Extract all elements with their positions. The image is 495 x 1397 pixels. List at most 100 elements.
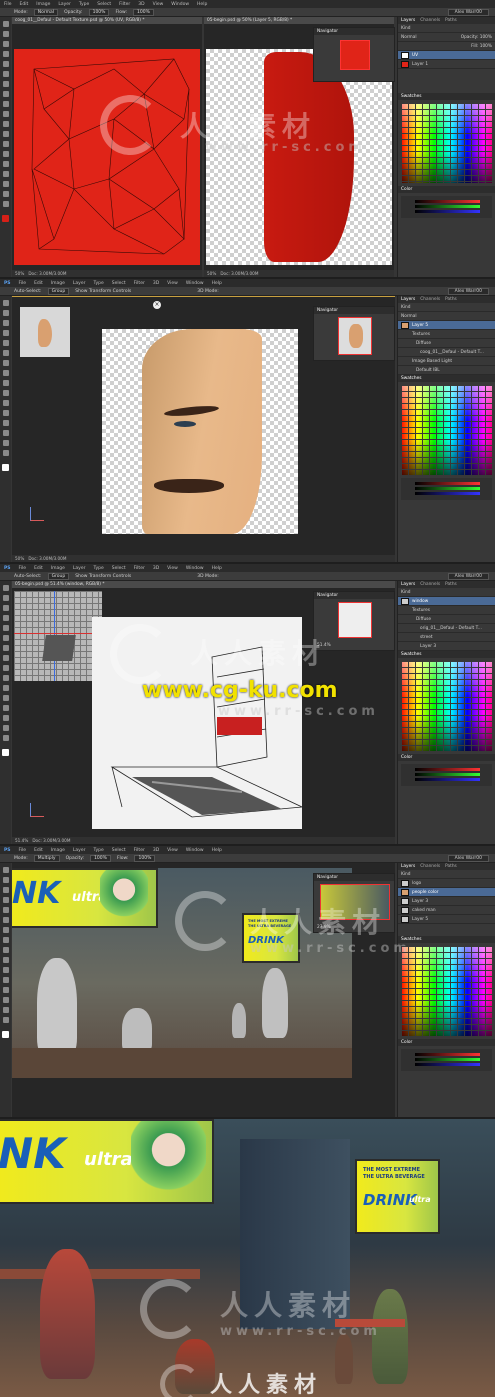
menu-edit[interactable]: Edit — [20, 2, 29, 7]
navigator-thumbnail[interactable] — [338, 602, 372, 638]
foreground-color-swatch[interactable] — [2, 749, 9, 756]
menu-window[interactable]: Window — [186, 566, 204, 571]
layer-row[interactable]: UV — [398, 51, 495, 60]
layers-blend-select[interactable]: Normal — [401, 314, 417, 319]
gradient-tool-icon[interactable] — [2, 967, 9, 973]
text-tool-icon[interactable] — [2, 705, 9, 711]
color-sliders[interactable] — [401, 196, 492, 218]
menu-type[interactable]: Type — [93, 281, 103, 286]
pen-tool-icon[interactable] — [2, 695, 9, 701]
foreground-color-swatch[interactable] — [2, 1031, 9, 1038]
menu-help[interactable]: Help — [197, 2, 207, 7]
crop-tool-icon[interactable] — [2, 625, 9, 631]
menu-select[interactable]: Select — [112, 566, 126, 571]
group-select[interactable]: Group — [47, 572, 70, 580]
status-zoom[interactable]: 50% — [207, 271, 216, 276]
swatches-grid[interactable] — [401, 103, 492, 183]
show-transform-checkbox[interactable]: Show Transform Controls — [75, 574, 131, 579]
opacity-input[interactable]: 100% — [88, 8, 110, 16]
layers-blend-select[interactable]: Normal — [401, 35, 417, 40]
brush-tool-icon[interactable] — [2, 91, 9, 97]
heal-tool-icon[interactable] — [2, 360, 9, 366]
tab-paths[interactable]: Paths — [445, 18, 457, 23]
opacity-input[interactable]: 100% — [90, 854, 111, 862]
tab-paths[interactable]: Paths — [445, 864, 457, 869]
text-tool-icon[interactable] — [2, 161, 9, 167]
pen-tool-icon[interactable] — [2, 151, 9, 157]
brush-tool-icon[interactable] — [2, 370, 9, 376]
marquee-tool-icon[interactable] — [2, 877, 9, 883]
marquee-tool-icon[interactable] — [2, 595, 9, 601]
layer-row[interactable]: Diffuse — [398, 339, 495, 348]
workspace-select[interactable]: Alex Warr00 — [447, 287, 489, 295]
layers-opacity[interactable]: Opacity: 100% — [461, 35, 492, 40]
menu-select[interactable]: Select — [112, 281, 126, 286]
navigator-thumbnail[interactable] — [340, 40, 370, 70]
tab-channels[interactable]: Channels — [420, 582, 440, 587]
stamp-tool-icon[interactable] — [2, 665, 9, 671]
close-circle-icon[interactable]: × — [153, 301, 161, 309]
pen-tool-icon[interactable] — [2, 977, 9, 983]
color-sliders[interactable] — [401, 478, 492, 500]
hand-tool-icon[interactable] — [2, 1007, 9, 1013]
menu-help[interactable]: Help — [212, 281, 222, 286]
document-tab[interactable]: coog_01__Defaul - Default Texture.psd @ … — [12, 17, 202, 24]
wand-tool-icon[interactable] — [2, 897, 9, 903]
menu-edit[interactable]: Edit — [34, 848, 43, 853]
menu-file[interactable]: File — [4, 2, 12, 7]
menu-file[interactable]: File — [19, 281, 27, 286]
layer-row[interactable]: Textures — [398, 606, 495, 615]
wand-tool-icon[interactable] — [2, 330, 9, 336]
eraser-tool-icon[interactable] — [2, 390, 9, 396]
eyedropper-tool-icon[interactable] — [2, 917, 9, 923]
swatches-grid[interactable] — [401, 661, 492, 751]
move-tool-icon[interactable] — [2, 585, 9, 591]
menu-3d[interactable]: 3D — [153, 281, 159, 286]
lasso-tool-icon[interactable] — [2, 605, 9, 611]
auto-select-checkbox[interactable]: Auto-Select: — [14, 289, 42, 294]
dodge-tool-icon[interactable] — [2, 141, 9, 147]
layer-row[interactable]: Layer 3 — [398, 897, 495, 906]
workspace-select[interactable]: Alex Warr00 — [447, 8, 489, 16]
move-tool-icon[interactable] — [2, 300, 9, 306]
layer-row[interactable]: street — [398, 633, 495, 642]
zoom-tool-icon[interactable] — [2, 1017, 9, 1023]
hand-tool-icon[interactable] — [2, 440, 9, 446]
eyedropper-tool-icon[interactable] — [2, 350, 9, 356]
menu-filter[interactable]: Filter — [134, 566, 145, 571]
layers-kind-select[interactable]: Kind — [401, 26, 410, 31]
gradient-tool-icon[interactable] — [2, 685, 9, 691]
color-sliders[interactable] — [401, 1049, 492, 1071]
status-zoom[interactable]: 50% — [15, 271, 24, 276]
text-tool-icon[interactable] — [2, 987, 9, 993]
shape-tool-icon[interactable] — [2, 997, 9, 1003]
menu-window[interactable]: Window — [186, 848, 204, 853]
text-tool-icon[interactable] — [2, 420, 9, 426]
menu-window[interactable]: Window — [171, 2, 189, 7]
hand-tool-icon[interactable] — [2, 191, 9, 197]
menu-3d[interactable]: 3D — [153, 566, 159, 571]
layers-kind-select[interactable]: Kind — [401, 872, 410, 877]
menu-3d[interactable]: 3D — [153, 848, 159, 853]
wand-tool-icon[interactable] — [2, 51, 9, 57]
layers-fill[interactable]: Fill: 100% — [471, 44, 492, 49]
tab-layers[interactable]: Layers — [401, 864, 415, 869]
crop-tool-icon[interactable] — [2, 61, 9, 67]
brush-tool-icon[interactable] — [2, 937, 9, 943]
zoom-tool-icon[interactable] — [2, 735, 9, 741]
eraser-tool-icon[interactable] — [2, 121, 9, 127]
tab-channels[interactable]: Channels — [420, 18, 440, 23]
eyedropper-tool-icon[interactable] — [2, 71, 9, 77]
layer-row[interactable]: orig_01__Defaul - Default T... — [398, 624, 495, 633]
status-zoom[interactable]: 51.4% — [15, 838, 28, 843]
menu-image[interactable]: Image — [51, 281, 65, 286]
mode-select[interactable]: Normal — [33, 8, 59, 16]
menu-view[interactable]: View — [167, 281, 178, 286]
document-tab[interactable]: 05-begin.psd @ 50% (Layer 5, RGB/8) * — [204, 17, 394, 24]
layer-row[interactable]: Layer 5 — [398, 915, 495, 924]
heal-tool-icon[interactable] — [2, 81, 9, 87]
menu-edit[interactable]: Edit — [34, 281, 43, 286]
navigator-thumbnail[interactable] — [338, 317, 372, 355]
menu-3d[interactable]: 3D — [138, 2, 144, 7]
swatches-grid[interactable] — [401, 946, 492, 1036]
